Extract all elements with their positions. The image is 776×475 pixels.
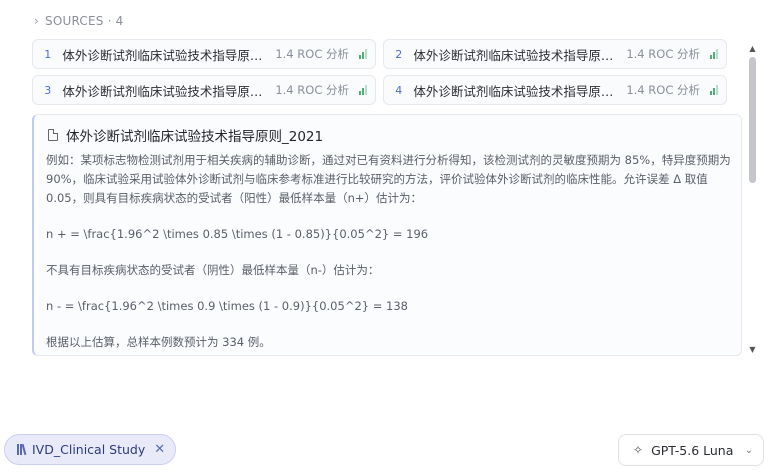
source-section: 1.4 ROC 分析 [626,47,700,61]
source-number: 1 [44,47,52,61]
source-title: 体外诊断试剂临床试验技术指导原则... [62,83,266,99]
source-title: 体外诊断试剂临床试验技术指导原则... [413,47,617,63]
source-number: 4 [395,83,403,97]
model-selector[interactable]: ✧ GPT-5.6 Luna ⌄ [618,434,764,466]
document-icon [48,129,58,141]
source-chip-list: 1 体外诊断试剂临床试验技术指导原则... 1.4 ROC 分析 2 体外诊断试… [32,39,727,105]
source-detail-title: 体外诊断试剂临床试验技术指导原则_2021 [66,129,324,145]
source-number: 2 [395,47,403,61]
source-detail-header: 体外诊断试剂临床试验技术指导原则_2021 [48,125,323,145]
relevance-bars-icon [710,85,718,95]
source-chip-4[interactable]: 4 体外诊断试剂临床试验技术指导原则... 1.4 ROC 分析 [383,75,727,105]
model-label: GPT-5.6 Luna [651,442,734,458]
source-section: 1.4 ROC 分析 [275,83,349,97]
source-paragraph: 不具有目标疾病状态的受试者（阴性）最低样本量（n-）估计为： [46,263,380,277]
source-paragraph: 例如：某项标志物检测试剂用于相关疾病的辅助诊断，通过对已有资料进行分析得知，该检… [46,153,731,205]
scrollbar-thumb[interactable] [749,57,756,183]
sparkle-icon: ✧ [633,443,644,457]
scroll-up-arrow-icon[interactable]: ▲ [748,44,757,53]
sources-toggle[interactable]: › SOURCES · 4 [34,12,123,30]
app-root: › SOURCES · 4 1 体外诊断试剂临床试验技术指导原则... 1.4 … [0,0,776,475]
source-title: 体外诊断试剂临床试验技术指导原则... [62,47,266,63]
close-icon[interactable]: ✕ [154,442,165,457]
chevron-down-icon: ⌄ [744,444,753,456]
source-formula: n - = \frac{1.96^2 \times 0.9 \times (1 … [46,299,408,313]
source-chip-3[interactable]: 3 体外诊断试剂临床试验技术指导原则... 1.4 ROC 分析 [32,75,376,105]
source-section: 1.4 ROC 分析 [275,47,349,61]
relevance-bars-icon [359,49,367,59]
scroll-down-arrow-icon[interactable]: ▼ [748,345,757,354]
source-chip-1[interactable]: 1 体外诊断试剂临床试验技术指导原则... 1.4 ROC 分析 [32,39,376,69]
source-chip-2[interactable]: 2 体外诊断试剂临床试验技术指导原则... 1.4 ROC 分析 [383,39,727,69]
source-title: 体外诊断试剂临床试验技术指导原则... [413,83,617,99]
sources-header-label: SOURCES · 4 [45,14,124,28]
library-icon [17,443,27,456]
knowledge-base-label: IVD_Clinical Study [32,442,146,457]
source-number: 3 [44,83,52,97]
source-detail-panel: 体外诊断试剂临床试验技术指导原则_2021 例如：某项标志物检测试剂用于相关疾病… [32,114,742,356]
source-formula: n + = \frac{1.96^2 \times 0.85 \times (1… [46,227,429,241]
relevance-bars-icon [359,85,367,95]
source-detail-body: 例如：某项标志物检测试剂用于相关疾病的辅助诊断，通过对已有资料进行分析得知，该检… [46,151,736,355]
source-section: 1.4 ROC 分析 [626,83,700,97]
relevance-bars-icon [710,49,718,59]
source-paragraph: 根据以上估算，总样本例数预计为 334 例。 [46,335,271,349]
chevron-right-icon: › [34,14,39,28]
knowledge-base-tag[interactable]: IVD_Clinical Study ✕ [4,434,177,465]
